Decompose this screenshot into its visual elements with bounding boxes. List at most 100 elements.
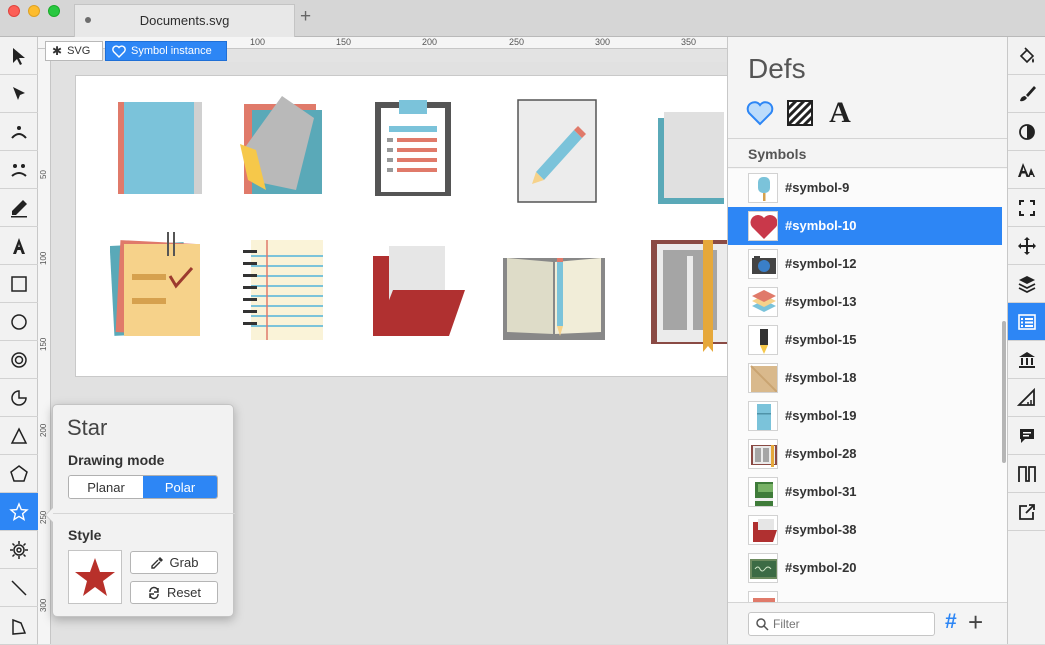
- layers-panel-button[interactable]: [1008, 265, 1045, 303]
- symbol-thumbnail: [748, 591, 778, 602]
- breadcrumb-root-label: SVG: [67, 45, 91, 57]
- export-panel-button[interactable]: [1008, 493, 1045, 531]
- reset-button[interactable]: Reset: [130, 581, 218, 604]
- ruler-label: 200: [39, 423, 48, 437]
- brush-icon: [1020, 85, 1036, 101]
- filter-field[interactable]: [748, 612, 935, 636]
- maximize-window-button[interactable]: [48, 5, 60, 17]
- ruler-label: 100: [250, 37, 266, 47]
- notebook-illustration[interactable]: [241, 236, 331, 344]
- style-label: Style: [68, 527, 102, 543]
- circle-icon: [11, 313, 27, 330]
- add-symbol-button[interactable]: +: [968, 607, 983, 638]
- path-panel-button[interactable]: [1008, 455, 1045, 493]
- symbol-label: #symbol-31: [785, 484, 857, 499]
- symbol-label: #symbol-38: [785, 522, 857, 537]
- tab-patterns[interactable]: [786, 99, 814, 127]
- envelope-icon: [750, 365, 777, 392]
- node-tool[interactable]: [0, 75, 38, 113]
- ruler-label: 100: [39, 251, 48, 265]
- book-illustration[interactable]: [651, 240, 728, 352]
- symbol-thumbnail: [748, 363, 778, 393]
- freeform-tool[interactable]: [0, 607, 38, 645]
- mode-planar-button[interactable]: Planar: [69, 476, 143, 498]
- list-item[interactable]: #symbol-9: [728, 169, 1002, 207]
- camera-icon: [752, 256, 776, 274]
- list-item[interactable]: #symbol-12: [728, 245, 1002, 283]
- list-icon: [1018, 313, 1036, 330]
- clipboard-illustration[interactable]: [371, 98, 455, 198]
- line-tool[interactable]: [0, 569, 38, 607]
- symbol-thumbnail: [748, 553, 778, 583]
- close-window-button[interactable]: [8, 5, 20, 17]
- id-filter-button[interactable]: #: [945, 610, 957, 634]
- symbol-label: #symbol-13: [785, 294, 857, 309]
- rect-tool[interactable]: [0, 265, 38, 303]
- mode-polar-button[interactable]: Polar: [143, 476, 217, 498]
- polygon-tool[interactable]: [0, 455, 38, 493]
- comments-panel-button[interactable]: [1008, 417, 1045, 455]
- fill-panel-button[interactable]: [1008, 37, 1045, 75]
- library-panel-button[interactable]: [1008, 341, 1045, 379]
- filter-input[interactable]: [773, 616, 928, 632]
- app-window: Documents.svg + 100 150 200 250 300 350 …: [0, 0, 1045, 645]
- cog-tool[interactable]: [0, 531, 38, 569]
- ellipse-tool[interactable]: [0, 303, 38, 341]
- new-tab-button[interactable]: +: [300, 6, 311, 28]
- list-item-selected[interactable]: #symbol-10: [728, 207, 1002, 245]
- pie-tool[interactable]: [0, 379, 38, 417]
- sticky-notes-illustration[interactable]: [110, 232, 204, 344]
- node-arrow-icon: [13, 86, 25, 100]
- viewport-panel-button[interactable]: [1008, 189, 1045, 227]
- list-item[interactable]: #symbol-31: [728, 473, 1002, 511]
- export-icon: [1019, 503, 1035, 520]
- star-tool[interactable]: [0, 493, 38, 531]
- tweak-tool[interactable]: [0, 151, 38, 189]
- chalkboard-icon: [750, 559, 777, 579]
- files-illustration[interactable]: [236, 94, 326, 198]
- document-illustration[interactable]: [656, 112, 728, 208]
- list-item[interactable]: #symbol-18: [728, 359, 1002, 397]
- grab-button[interactable]: Grab: [130, 551, 218, 574]
- list-item-partial[interactable]: [728, 587, 1002, 602]
- triangle-tool[interactable]: [0, 417, 38, 455]
- symbol-thumbnail: [748, 173, 778, 203]
- transform-panel-button[interactable]: [1008, 227, 1045, 265]
- symbols-scrollbar[interactable]: [1002, 321, 1006, 463]
- list-item[interactable]: #symbol-15: [728, 321, 1002, 359]
- text-tool[interactable]: [0, 227, 38, 265]
- pentagon-icon: [10, 464, 28, 482]
- symbols-section-header: Symbols: [728, 138, 1008, 168]
- tab-symbols[interactable]: [746, 99, 774, 127]
- list-item[interactable]: #symbol-20: [728, 549, 1002, 587]
- pen-tool[interactable]: [0, 189, 38, 227]
- list-item[interactable]: #symbol-19: [728, 397, 1002, 435]
- style-swatch[interactable]: [68, 550, 122, 604]
- symbols-list[interactable]: #symbol-9 #symbol-10 #symbol-12 #symbol-…: [728, 169, 1008, 602]
- freeform-icon: [12, 618, 27, 635]
- pie-icon: [11, 389, 27, 406]
- select-tool[interactable]: [0, 37, 38, 75]
- artboard[interactable]: [75, 75, 728, 377]
- defs-panel-button[interactable]: [1008, 303, 1045, 341]
- ring-tool[interactable]: [0, 341, 38, 379]
- folder-illustration[interactable]: [116, 98, 206, 198]
- tab-fonts[interactable]: A: [826, 96, 854, 129]
- stroke-panel-button[interactable]: [1008, 75, 1045, 113]
- open-folder-illustration[interactable]: [371, 246, 467, 338]
- vertical-ruler[interactable]: 50 100 150 200 250 300: [38, 49, 51, 644]
- document-tab[interactable]: Documents.svg: [74, 4, 295, 37]
- breadcrumb-symbol-instance[interactable]: Symbol instance: [105, 41, 227, 61]
- typography-panel-button[interactable]: [1008, 151, 1045, 189]
- open-book-illustration[interactable]: [501, 254, 607, 342]
- popsicle-icon: [758, 177, 770, 201]
- breadcrumb-svg[interactable]: ✱ SVG: [45, 41, 103, 61]
- pencil-note-illustration[interactable]: [516, 98, 600, 206]
- list-item[interactable]: #symbol-13: [728, 283, 1002, 321]
- list-item[interactable]: #symbol-38: [728, 511, 1002, 549]
- contrast-panel-button[interactable]: [1008, 113, 1045, 151]
- geometry-panel-button[interactable]: [1008, 379, 1045, 417]
- minimize-window-button[interactable]: [28, 5, 40, 17]
- edit-tool[interactable]: [0, 113, 38, 151]
- list-item[interactable]: #symbol-28: [728, 435, 1002, 473]
